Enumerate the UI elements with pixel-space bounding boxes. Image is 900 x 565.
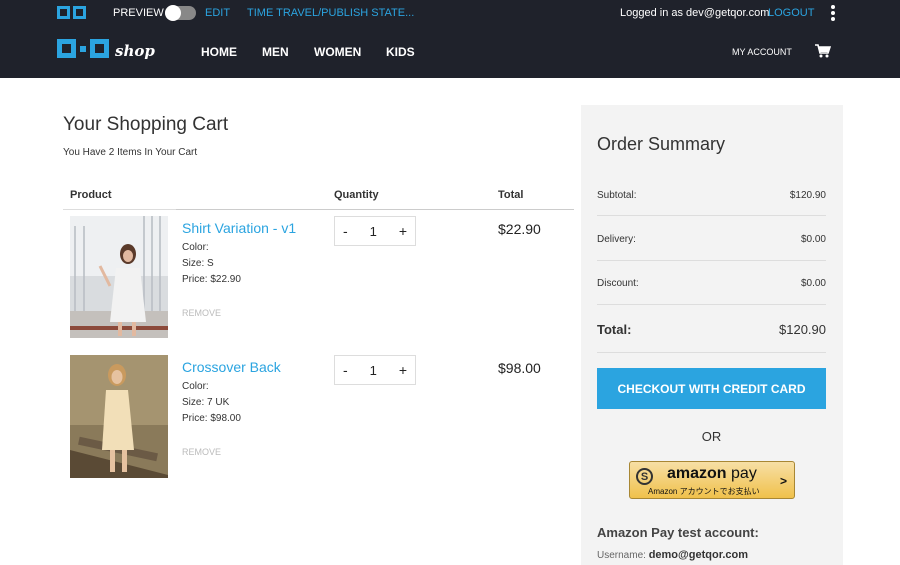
product-color: Color: [182, 381, 209, 392]
preview-label: PREVIEW [113, 7, 164, 19]
increase-quantity-button[interactable]: + [399, 362, 407, 378]
checkout-credit-card-button[interactable]: CHECKOUT WITH CREDIT CARD [597, 368, 826, 409]
nav-home[interactable]: HOME [201, 45, 237, 59]
product-details: Color: Size: S Price: $22.90 [182, 240, 241, 288]
product-image-shirt[interactable] [70, 216, 168, 338]
amazon-pay-subtext: Amazon アカウントでお支払い [648, 487, 760, 496]
cart-title: Your Shopping Cart [63, 114, 229, 135]
header-quantity: Quantity [334, 189, 379, 201]
or-separator: OR [701, 429, 722, 444]
product-price: Price: $98.00 [182, 413, 241, 424]
qor-admin-logo[interactable] [57, 6, 86, 19]
my-account-link[interactable]: MY ACCOUNT [732, 47, 792, 57]
cart-item-count: You Have 2 Items In Your Cart [63, 147, 198, 158]
quantity-value[interactable]: 1 [370, 224, 377, 239]
product-image-crossover[interactable] [70, 355, 168, 478]
summary-divider [597, 260, 826, 261]
decrease-quantity-button[interactable]: - [343, 223, 348, 239]
delivery-label: Delivery: [597, 234, 636, 245]
nav-kids[interactable]: KIDS [386, 45, 415, 59]
summary-divider [597, 352, 826, 353]
subtotal-row: Subtotal: $120.90 [597, 190, 826, 201]
edit-link[interactable]: EDIT [205, 7, 230, 19]
amazon-pay-icon: S [636, 468, 653, 485]
discount-value: $0.00 [800, 278, 826, 289]
increase-quantity-button[interactable]: + [399, 223, 407, 239]
subtotal-value: $120.90 [789, 190, 826, 201]
qor-shop-logo[interactable]: shop [57, 39, 155, 60]
nav-women[interactable]: WOMEN [314, 45, 361, 59]
product-name-link[interactable]: Shirt Variation - v1 [182, 220, 296, 236]
product-details: Color: Size: 7 UK Price: $98.00 [182, 379, 241, 427]
quantity-stepper: - 1 + [334, 355, 416, 385]
chevron-right-icon: > [779, 474, 787, 488]
summary-divider [597, 215, 826, 216]
product-size: Size: S [182, 258, 214, 269]
summary-divider [597, 304, 826, 305]
admin-bar: PREVIEW EDIT TIME TRAVEL/PUBLISH STATE..… [0, 0, 900, 26]
more-vertical-icon[interactable] [829, 5, 837, 21]
discount-row: Discount: $0.00 [597, 278, 826, 289]
order-summary-panel: Order Summary Subtotal: $120.90 Delivery… [581, 105, 843, 565]
amazon-pay-logo: amazon pay [667, 465, 757, 482]
quantity-value[interactable]: 1 [370, 363, 377, 378]
item-total: $22.90 [498, 221, 541, 237]
preview-toggle[interactable] [165, 5, 196, 21]
quantity-stepper: - 1 + [334, 216, 416, 246]
nav-men[interactable]: MEN [262, 45, 289, 59]
test-username: Username: demo@getqor.com [597, 549, 749, 561]
header-product: Product [70, 189, 112, 201]
product-size: Size: 7 UK [182, 397, 230, 408]
discount-label: Discount: [597, 278, 639, 289]
item-total: $98.00 [498, 360, 541, 376]
amazon-pay-button[interactable]: S amazon pay Amazon アカウントでお支払い > [629, 461, 795, 499]
logo-shop-text: shop [115, 42, 155, 60]
header-total: Total [498, 189, 524, 201]
shopping-cart-icon[interactable] [815, 44, 831, 58]
product-price: Price: $22.90 [182, 274, 241, 285]
main-nav: shop HOME MEN WOMEN KIDS MY ACCOUNT [0, 26, 900, 78]
remove-item-button[interactable]: REMOVE [182, 447, 221, 457]
product-color: Color: [182, 242, 209, 253]
delivery-value: $0.00 [800, 234, 826, 245]
total-label: Total: [597, 322, 632, 337]
time-travel-link[interactable]: TIME TRAVEL/PUBLISH STATE... [247, 7, 414, 19]
test-account-heading: Amazon Pay test account: [597, 525, 759, 540]
product-name-link[interactable]: Crossover Back [182, 359, 281, 375]
order-summary-title: Order Summary [597, 134, 726, 154]
logged-in-text: Logged in as dev@getqor.com [620, 7, 770, 19]
remove-item-button[interactable]: REMOVE [182, 308, 221, 318]
logout-link[interactable]: LOGOUT [768, 7, 814, 19]
total-row: Total: $120.90 [597, 322, 826, 337]
decrease-quantity-button[interactable]: - [343, 362, 348, 378]
total-value: $120.90 [779, 322, 826, 337]
subtotal-label: Subtotal: [597, 190, 637, 201]
row-divider [176, 209, 574, 210]
delivery-row: Delivery: $0.00 [597, 234, 826, 245]
